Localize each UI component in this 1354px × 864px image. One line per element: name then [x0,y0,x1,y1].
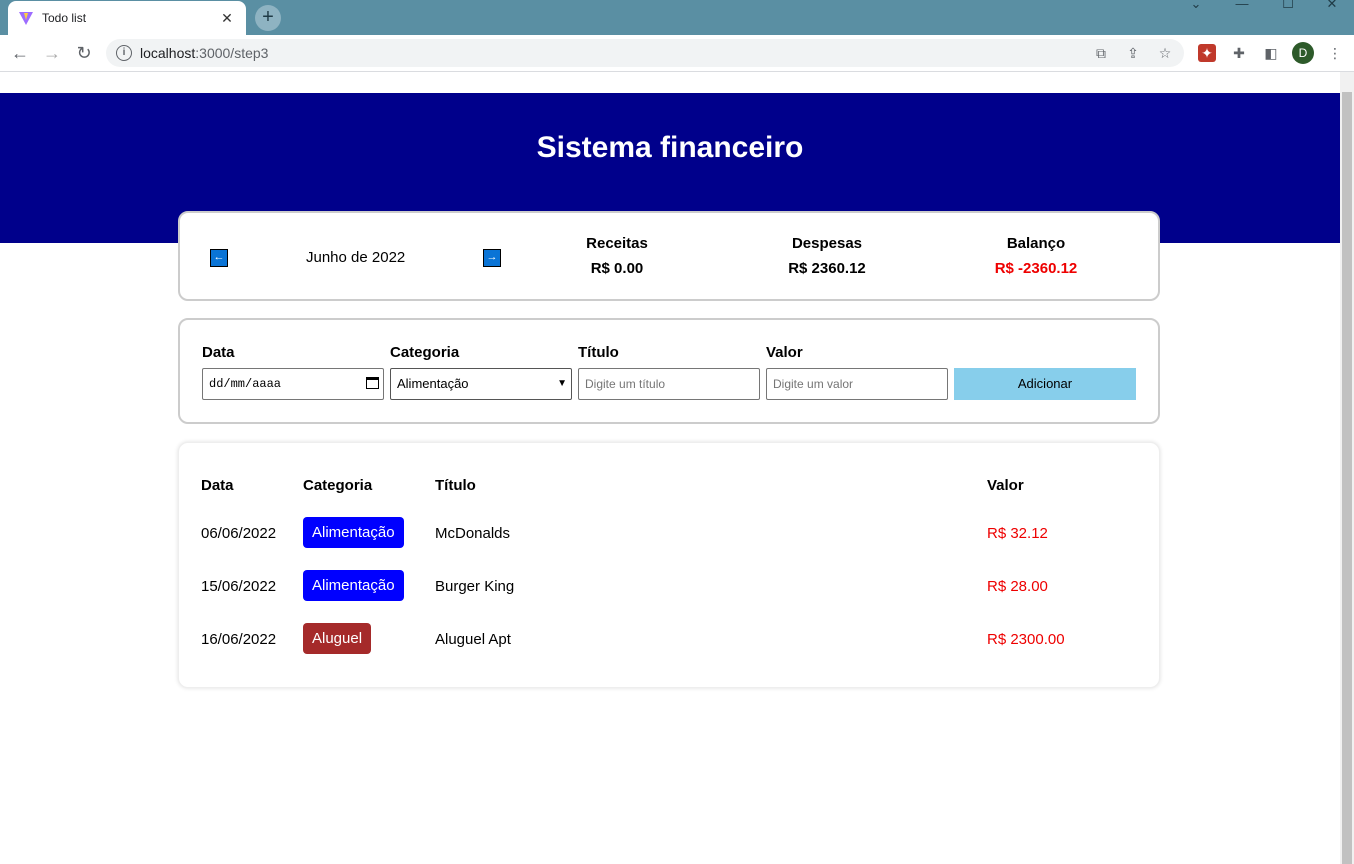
header-title: Título [435,477,476,494]
value-placeholder: Digite um valor [773,377,854,391]
bookmark-star-icon[interactable]: ☆ [1156,44,1174,62]
prev-month-button[interactable]: ← [210,249,228,267]
reload-icon[interactable]: ↻ [72,41,96,65]
info-area: ← Junho de 2022 → Receitas R$ 0.00 Despe… [178,211,1160,301]
despesas-summary: Despesas R$ 2360.12 [737,235,917,277]
tab-search-icon[interactable]: ⌄ [1186,0,1206,12]
next-month-button[interactable]: → [483,249,501,267]
vite-favicon-icon [19,12,33,25]
row2-title: Burger King [435,578,515,595]
current-month: Junho de 2022 [306,249,406,266]
calendar-icon[interactable] [366,377,379,389]
puzzle-extensions-icon[interactable]: ✚ [1230,44,1248,62]
extension-icon[interactable]: ✦ [1198,44,1216,62]
browser-tab[interactable]: Todo list ✕ [8,1,246,35]
despesas-value: R$ 2360.12 [788,260,866,277]
forward-icon[interactable]: → [40,41,64,65]
minimize-icon[interactable]: — [1232,0,1252,12]
share-icon[interactable]: ⇪ [1124,44,1142,62]
category-label: Categoria [390,344,460,361]
category-selected: Alimentação [397,376,469,391]
header-category: Categoria [303,477,373,494]
row2-category-badge: Alimentação [303,570,404,601]
tab-title: Todo list [42,11,87,25]
url-host: localhost [140,45,196,61]
receitas-value: R$ 0.00 [590,260,644,277]
title-placeholder: Digite um título [585,377,666,391]
title-label: Título [578,344,619,361]
category-select[interactable]: Alimentação ▼ [390,368,572,400]
translate-icon[interactable]: ⧉ [1092,44,1110,62]
row1-title: McDonalds [435,525,511,542]
value-group: Valor [766,344,948,364]
row2-date: 15/06/2022 [201,578,277,595]
receitas-summary: Receitas R$ 0.00 [527,235,707,277]
value-label: Valor [766,344,803,361]
balanco-label: Balanço [1006,235,1066,252]
url-text: localhost:3000/step3 [140,45,268,61]
date-label: Data [202,344,235,361]
page-scrollbar[interactable] [1340,72,1354,864]
row3-category-badge: Aluguel [303,623,372,654]
back-icon[interactable]: ← [8,41,32,65]
date-placeholder: dd/mm/aaaa [209,377,282,391]
balanco-summary: Balanço R$ -2360.12 [946,235,1126,277]
input-form: Data dd/mm/aaaa Categoria Alimentação ▼ … [178,318,1160,424]
chevron-down-icon: ▼ [557,378,567,389]
title-input[interactable]: Digite um título [578,368,760,400]
page-title: Sistema financeiro [536,131,804,164]
url-path: :3000/step3 [195,45,269,61]
transactions-table: Data Categoria Título Valor 06/06/2022 A… [178,442,1160,688]
profile-avatar[interactable]: D [1292,42,1314,64]
despesas-label: Despesas [791,235,863,252]
row3-value: R$ 2300.00 [987,631,1065,648]
value-input[interactable]: Digite um valor [766,368,948,400]
row1-value: R$ 32.12 [987,525,1048,542]
scrollbar-thumb[interactable] [1342,92,1352,864]
menu-kebab-icon[interactable]: ⋮ [1326,44,1344,62]
row3-title: Aluguel Apt [435,631,511,648]
category-group: Categoria [390,344,572,364]
side-panel-icon[interactable]: ◧ [1262,44,1280,62]
header-value: Valor [987,477,1024,494]
add-button[interactable]: Adicionar [954,368,1136,400]
row2-value: R$ 28.00 [987,578,1048,595]
tab-close-icon[interactable]: ✕ [218,10,236,27]
address-bar[interactable]: i localhost:3000/step3 ⧉ ⇪ ☆ [106,39,1184,67]
new-tab-button[interactable]: + [255,5,281,31]
browser-tab-bar: Todo list ✕ + ⌄ — ☐ ✕ [0,0,1354,35]
browser-toolbar: ← → ↻ i localhost:3000/step3 ⧉ ⇪ ☆ ✦ ✚ ◧… [0,35,1354,72]
row3-date: 16/06/2022 [201,631,277,648]
page-content: Sistema financeiro ← Junho de 2022 → Rec… [0,72,1340,864]
balanco-value: R$ -2360.12 [994,260,1078,277]
receitas-label: Receitas [586,235,648,252]
title-group: Título [578,344,760,364]
window-close-icon[interactable]: ✕ [1322,0,1342,12]
site-info-icon[interactable]: i [116,45,132,61]
maximize-icon[interactable]: ☐ [1278,0,1298,12]
date-group: Data [202,344,384,364]
row1-date: 06/06/2022 [201,525,277,542]
date-input[interactable]: dd/mm/aaaa [202,368,384,400]
header-date: Data [201,477,234,494]
row1-category-badge: Alimentação [303,517,404,548]
